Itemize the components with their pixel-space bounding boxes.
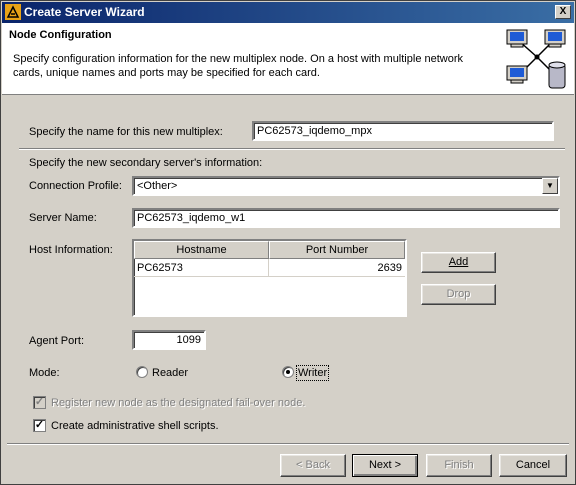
agent-port-label: Agent Port: [29, 335, 85, 347]
connection-profile-label: Connection Profile: [29, 180, 122, 192]
wizard-header: Node Configuration Specify configuration… [2, 23, 574, 95]
multiplex-name-label: Specify the name for this new multiplex: [29, 126, 223, 138]
finish-button[interactable]: Finish [426, 454, 492, 477]
mode-reader-radio[interactable] [136, 366, 148, 378]
secondary-section-label: Specify the new secondary server's infor… [29, 157, 263, 169]
drop-button[interactable]: Drop [421, 284, 496, 305]
column-header-port[interactable]: Port Number [269, 241, 405, 259]
failover-label: Register new node as the designated fail… [51, 397, 306, 409]
wizard-window: Create Server Wizard X Node Configuratio… [0, 0, 576, 485]
network-computers-icon [506, 29, 566, 89]
chevron-down-icon[interactable]: ▼ [542, 178, 558, 194]
mode-reader-label[interactable]: Reader [152, 367, 188, 379]
host-table[interactable]: Hostname Port Number PC62573 2639 [132, 239, 407, 317]
multiplex-name-input[interactable]: PC62573_iqdemo_mpx [252, 121, 554, 141]
footer-divider [7, 443, 569, 445]
add-button-label: Add [448, 256, 469, 268]
connection-profile-select[interactable]: <Other> ▼ [132, 176, 560, 196]
window-title: Create Server Wizard [24, 5, 145, 19]
failover-checkbox[interactable]: ✓ [33, 396, 46, 409]
host-info-label: Host Information: [29, 244, 113, 256]
app-icon [5, 4, 21, 20]
mode-label: Mode: [29, 367, 60, 379]
mode-writer-radio[interactable] [282, 366, 294, 378]
back-button[interactable]: < Back [280, 454, 346, 477]
server-name-label: Server Name: [29, 212, 97, 224]
cancel-button[interactable]: Cancel [499, 454, 567, 477]
back-button-label: < Back [296, 459, 330, 471]
server-name-input[interactable]: PC62573_iqdemo_w1 [132, 208, 560, 228]
page-description: Specify configuration information for th… [13, 53, 464, 79]
agent-port-input[interactable]: 1099 [132, 330, 206, 350]
next-button-label: Next > [368, 459, 402, 471]
mode-writer-label[interactable]: Writer [295, 365, 330, 381]
finish-button-label: Finish [444, 459, 474, 471]
close-button[interactable]: X [555, 5, 571, 19]
port-cell[interactable]: 2639 [269, 259, 405, 277]
next-button[interactable]: Next > [352, 454, 418, 477]
title-bar[interactable]: Create Server Wizard X [2, 2, 574, 23]
connection-profile-value: <Other> [137, 180, 178, 192]
shell-scripts-label: Create administrative shell scripts. [51, 420, 219, 432]
cancel-button-label: Cancel [515, 459, 551, 471]
hostname-cell[interactable]: PC62573 [134, 259, 269, 277]
column-header-hostname[interactable]: Hostname [134, 241, 269, 259]
add-button[interactable]: Add [421, 252, 496, 273]
shell-scripts-checkbox[interactable]: ✓ [33, 419, 46, 432]
divider [19, 148, 565, 150]
page-title: Node Configuration [9, 29, 112, 41]
drop-button-label: Drop [446, 288, 471, 300]
